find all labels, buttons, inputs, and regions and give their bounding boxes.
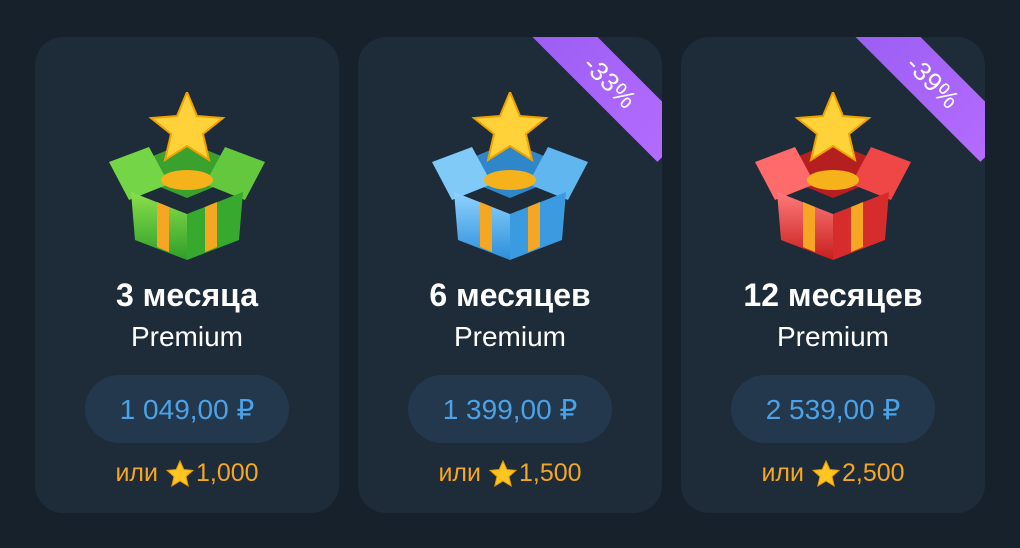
red-gift-box-icon — [755, 92, 911, 262]
price-button[interactable]: 2 539,00 ₽ — [731, 375, 935, 443]
star-icon — [811, 459, 840, 488]
plan-subtitle: Premium — [776, 321, 889, 352]
blue-gift-box-icon — [432, 92, 588, 262]
plan-title: 3 месяца — [115, 277, 259, 313]
plan-card-3-months[interactable]: 3 месяца Premium 1 049,00 ₽ или 1,000 — [35, 37, 339, 513]
stars-price: или 2,500 — [681, 459, 985, 488]
price-button[interactable]: 1 399,00 ₽ — [408, 375, 612, 443]
stars-price: или 1,500 — [358, 459, 662, 488]
plan-subtitle: Premium — [453, 321, 566, 352]
plan-title: 12 месяцев — [743, 277, 923, 313]
or-label: или — [438, 459, 481, 487]
stars-price: или 1,000 — [35, 459, 339, 488]
plan-title: 6 месяцев — [429, 277, 591, 313]
plan-card-6-months[interactable]: -33% 6 месяцев Premium 1 399,00 ₽ или 1,… — [358, 37, 662, 513]
stars-amount: 1,500 — [518, 459, 582, 487]
plan-card-12-months[interactable]: -39% 12 месяцев Premium 2 539,00 ₽ или 2… — [681, 37, 985, 513]
or-label: или — [761, 459, 804, 487]
plan-subtitle: Premium — [130, 321, 243, 352]
stars-amount: 1,000 — [195, 459, 259, 487]
or-label: или — [115, 459, 158, 487]
price-button[interactable]: 1 049,00 ₽ — [85, 375, 289, 443]
green-gift-box-icon — [109, 92, 265, 262]
premium-plan-cards: 3 месяца Premium 1 049,00 ₽ или 1,000 -3… — [0, 0, 1020, 548]
stars-amount: 2,500 — [841, 459, 905, 487]
star-icon — [488, 459, 517, 488]
star-icon — [165, 459, 194, 488]
